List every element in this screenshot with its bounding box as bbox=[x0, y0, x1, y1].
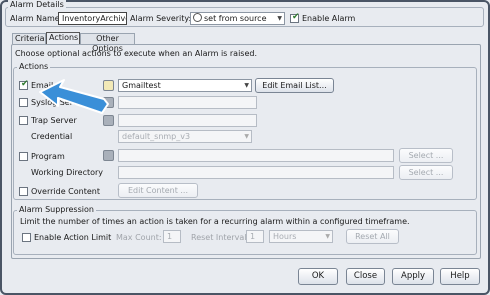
enable-alarm-label: Enable Alarm bbox=[302, 14, 356, 23]
program-select-button[interactable]: Select ... bbox=[399, 148, 453, 163]
working-directory-input[interactable] bbox=[118, 166, 394, 179]
syslog-input[interactable] bbox=[118, 96, 257, 109]
email-edit-icon[interactable] bbox=[103, 80, 114, 91]
checkmark-icon: ✔ bbox=[21, 79, 29, 89]
alarm-details-title: Alarm Details bbox=[8, 0, 66, 10]
edit-email-list-button[interactable]: Edit Email List... bbox=[255, 78, 334, 93]
tab-actions[interactable]: Actions bbox=[46, 32, 80, 44]
program-edit-icon[interactable] bbox=[103, 150, 114, 161]
enable-action-limit-checkbox[interactable] bbox=[22, 233, 31, 242]
chevron-down-icon: ▼ bbox=[277, 15, 282, 22]
tab-other-options[interactable]: Other Options bbox=[80, 33, 135, 53]
severity-select[interactable]: set from source ▼ bbox=[190, 12, 285, 25]
enable-action-limit-label: Enable Action Limit bbox=[34, 233, 112, 242]
reset-interval-input[interactable]: 1 bbox=[246, 230, 264, 243]
interval-unit-value: Hours bbox=[273, 232, 297, 241]
max-count-label: Max Count: bbox=[116, 233, 162, 242]
syslog-label: Syslog Server bbox=[31, 98, 86, 107]
max-count-input[interactable]: 1 bbox=[163, 230, 181, 243]
chevron-down-icon: ▼ bbox=[244, 133, 249, 140]
trap-server-checkbox[interactable] bbox=[19, 116, 28, 125]
actions-group-title: Actions bbox=[17, 62, 51, 72]
ok-button[interactable]: OK bbox=[298, 268, 338, 285]
chevron-down-icon: ▼ bbox=[244, 82, 249, 89]
program-input[interactable] bbox=[118, 149, 394, 162]
credential-label: Credential bbox=[31, 132, 73, 141]
severity-value: set from source bbox=[204, 14, 267, 23]
program-checkbox[interactable] bbox=[19, 152, 28, 161]
tab-criteria[interactable]: Criteria bbox=[12, 33, 46, 44]
alarm-name-label: Alarm Name: bbox=[10, 14, 63, 23]
program-label: Program bbox=[31, 152, 65, 161]
interval-unit-select[interactable]: Hours ▼ bbox=[269, 230, 333, 243]
trap-server-input[interactable] bbox=[118, 114, 257, 127]
override-content-label: Override Content bbox=[31, 187, 100, 196]
working-directory-select-button[interactable]: Select ... bbox=[399, 165, 453, 180]
severity-icon bbox=[193, 13, 202, 22]
email-select-value: Gmailtest bbox=[122, 81, 161, 90]
edit-content-button[interactable]: Edit Content ... bbox=[118, 183, 198, 198]
apply-button[interactable]: Apply bbox=[392, 268, 434, 285]
reset-all-button[interactable]: Reset All bbox=[346, 229, 399, 244]
syslog-edit-icon[interactable] bbox=[103, 97, 114, 108]
email-checkbox[interactable]: ✔ bbox=[19, 79, 29, 90]
alarm-suppression-title: Alarm Suppression bbox=[17, 205, 96, 215]
credential-select[interactable]: default_snmp_v3 ▼ bbox=[118, 130, 252, 143]
help-button[interactable]: Help bbox=[440, 268, 480, 285]
override-content-checkbox[interactable] bbox=[19, 187, 28, 196]
close-button[interactable]: Close bbox=[346, 268, 385, 285]
chevron-down-icon: ▼ bbox=[325, 233, 330, 240]
syslog-checkbox[interactable] bbox=[19, 98, 28, 107]
working-directory-label: Working Directory bbox=[31, 168, 104, 177]
enable-alarm-checkbox[interactable]: ✔ bbox=[290, 12, 300, 23]
suppression-description: Limit the number of times an action is t… bbox=[20, 217, 410, 226]
email-select[interactable]: Gmailtest ▼ bbox=[118, 79, 252, 92]
credential-value: default_snmp_v3 bbox=[122, 132, 191, 141]
reset-interval-label: Reset Interval: bbox=[191, 233, 250, 242]
actions-description: Choose optional actions to execute when … bbox=[15, 49, 258, 58]
email-label: Email bbox=[31, 81, 54, 90]
trap-edit-icon[interactable] bbox=[103, 115, 114, 126]
checkmark-icon: ✔ bbox=[292, 12, 300, 22]
severity-label: Alarm Severity: bbox=[130, 14, 192, 23]
trap-server-label: Trap Server bbox=[31, 116, 77, 125]
alarm-name-input[interactable]: InventoryArchiveI bbox=[58, 12, 127, 25]
